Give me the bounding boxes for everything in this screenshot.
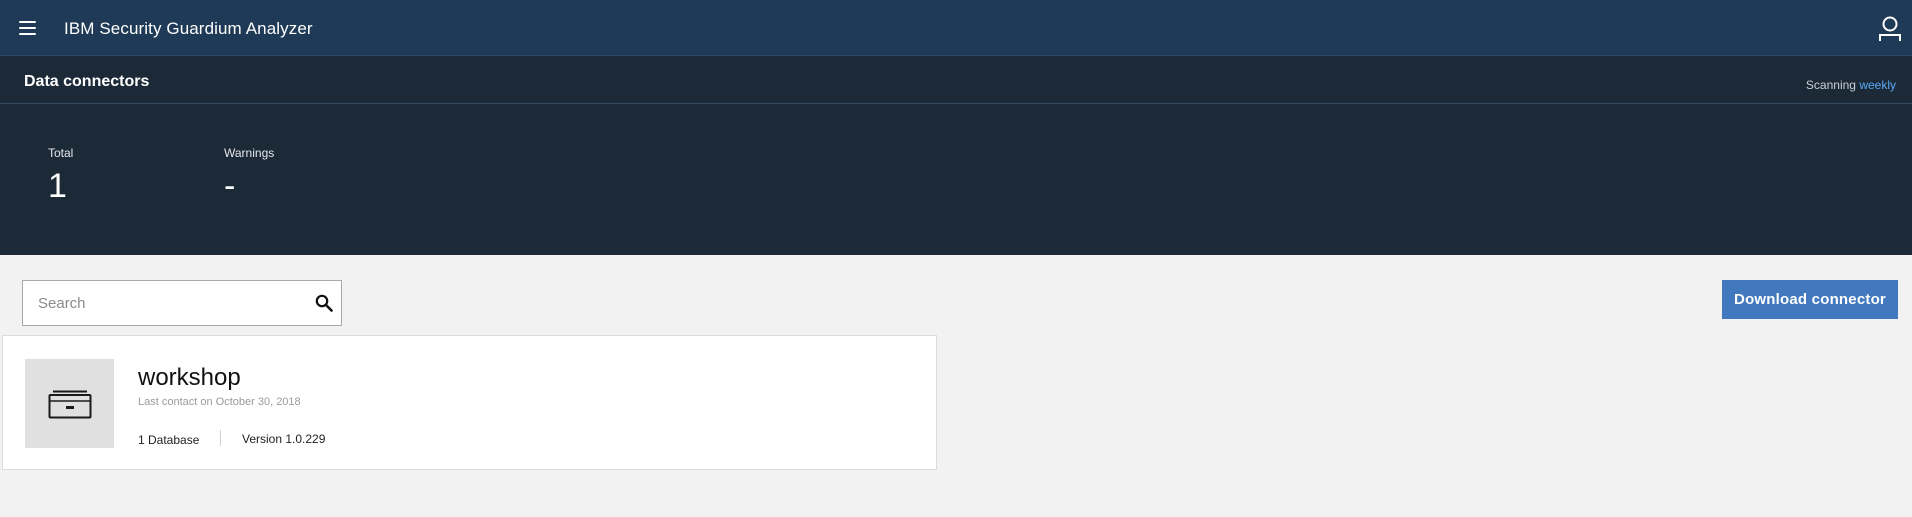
page-title: Data connectors — [24, 73, 150, 90]
top-navigation-bar: IBM Security Guardium Analyzer — [0, 0, 1912, 56]
connector-version: Version 1.0.229 — [242, 432, 326, 446]
search-box — [22, 280, 342, 326]
scanning-status: Scanning weekly — [1806, 78, 1896, 92]
scanning-label: Scanning — [1805, 78, 1856, 92]
user-icon[interactable] — [1878, 16, 1902, 42]
divider — [220, 430, 221, 446]
stats-panel: Total 1 Warnings - — [0, 104, 1912, 255]
connector-thumbnail — [25, 359, 114, 448]
connector-database-count: 1 Database — [138, 433, 200, 447]
download-connector-button[interactable]: Download connector — [1722, 280, 1898, 319]
connector-name: workshop — [138, 364, 241, 391]
connector-last-contact: Last contact on October 30, 2018 — [138, 396, 301, 408]
stat-total: Total 1 — [48, 146, 73, 204]
search-input[interactable] — [23, 281, 341, 325]
stat-value: 1 — [48, 167, 67, 205]
archive-drawer-icon — [48, 390, 92, 419]
connector-card[interactable]: workshop Last contact on October 30, 201… — [2, 335, 937, 470]
app-title: IBM Security Guardium Analyzer — [64, 19, 313, 38]
search-icon[interactable] — [315, 294, 333, 312]
stat-label: Total — [48, 146, 74, 160]
stat-label: Warnings — [224, 146, 275, 160]
scanning-frequency-link[interactable]: weekly — [1859, 78, 1896, 92]
stat-value: - — [224, 167, 236, 205]
stat-warnings: Warnings - — [224, 146, 274, 204]
page-header: Data connectors Scanning weekly — [0, 56, 1912, 104]
hamburger-menu-icon[interactable] — [17, 16, 39, 40]
